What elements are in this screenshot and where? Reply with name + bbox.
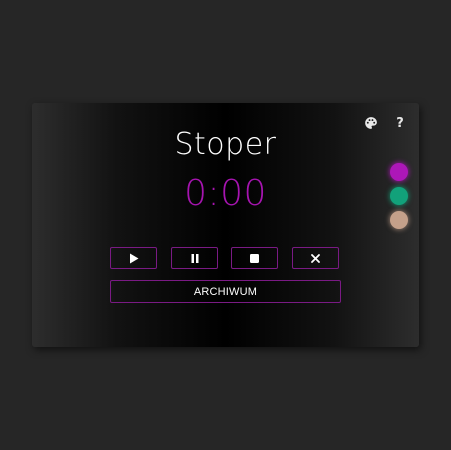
theme-swatch-beige[interactable]	[390, 211, 408, 229]
timer-display: 0:00	[184, 173, 267, 214]
stop-icon	[250, 253, 259, 263]
theme-swatch-purple[interactable]	[390, 163, 408, 181]
play-icon	[129, 253, 138, 263]
archive-button[interactable]: ARCHIWUM	[110, 280, 341, 303]
pause-icon	[191, 253, 198, 263]
stop-button[interactable]	[231, 247, 278, 269]
app-title: Stoper	[174, 127, 277, 162]
theme-swatch-green[interactable]	[390, 187, 408, 205]
stopwatch-card: ? Stoper 0:00 ARCHIWUM	[32, 103, 419, 347]
close-icon	[311, 253, 320, 263]
pause-button[interactable]	[171, 247, 218, 269]
reset-button[interactable]	[292, 247, 339, 269]
play-button[interactable]	[110, 247, 157, 269]
